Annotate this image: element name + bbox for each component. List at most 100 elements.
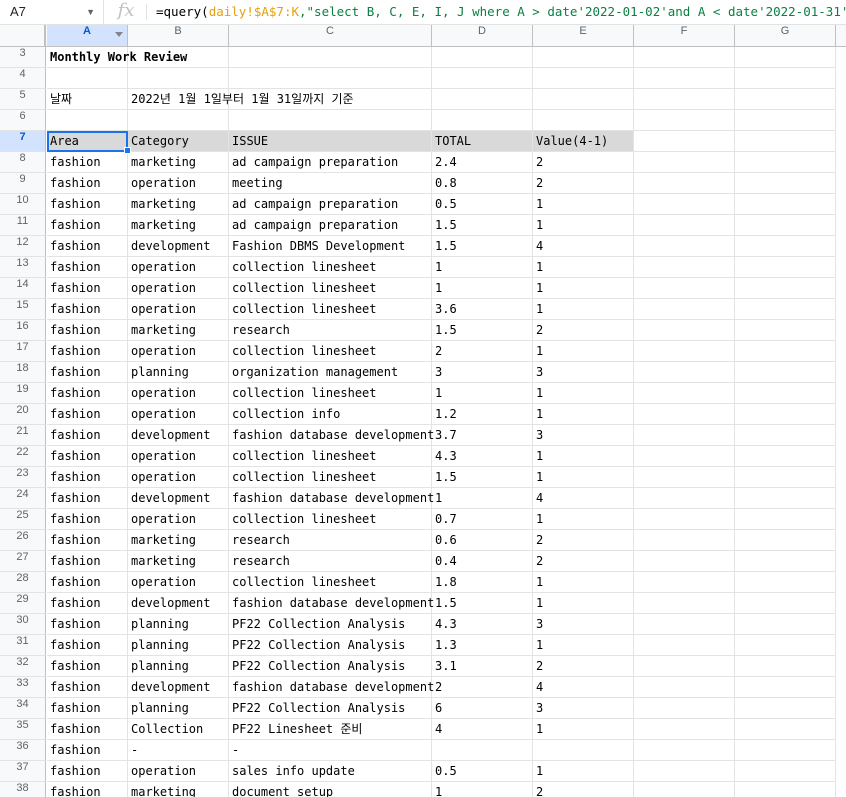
row-header[interactable]: 18 xyxy=(0,362,46,383)
column-menu-icon[interactable] xyxy=(115,32,123,37)
cell-g35[interactable] xyxy=(735,719,836,740)
row-header[interactable]: 38 xyxy=(0,782,46,797)
cell-c14[interactable]: collection linesheet xyxy=(229,278,432,299)
cell-b34[interactable]: planning xyxy=(128,698,229,719)
cell-e17[interactable]: 1 xyxy=(533,341,634,362)
cell-d36[interactable] xyxy=(432,740,533,761)
cell-b22[interactable]: operation xyxy=(128,446,229,467)
cell-e24[interactable]: 4 xyxy=(533,488,634,509)
cell-d18[interactable]: 3 xyxy=(432,362,533,383)
cell-g9[interactable] xyxy=(735,173,836,194)
cell-d13[interactable]: 1 xyxy=(432,257,533,278)
cell-a10[interactable]: fashion xyxy=(47,194,128,215)
cell-d25[interactable]: 0.7 xyxy=(432,509,533,530)
cell-g8[interactable] xyxy=(735,152,836,173)
column-header-a[interactable]: A xyxy=(47,25,128,46)
row-header[interactable]: 24 xyxy=(0,488,46,509)
cell-f15[interactable] xyxy=(634,299,735,320)
cell-e15[interactable]: 1 xyxy=(533,299,634,320)
cell-f36[interactable] xyxy=(634,740,735,761)
cell-a12[interactable]: fashion xyxy=(47,236,128,257)
cell-f27[interactable] xyxy=(634,551,735,572)
cell-b24[interactable]: development xyxy=(128,488,229,509)
cell-g22[interactable] xyxy=(735,446,836,467)
cell-c21[interactable]: fashion database development xyxy=(229,425,434,446)
cell-c36[interactable]: - xyxy=(229,740,432,761)
cell-d22[interactable]: 4.3 xyxy=(432,446,533,467)
cell-e7[interactable]: Value(4-1) xyxy=(533,131,634,152)
cell-c5[interactable] xyxy=(229,89,432,110)
cell-e14[interactable]: 1 xyxy=(533,278,634,299)
cell-f34[interactable] xyxy=(634,698,735,719)
cell-d24[interactable]: 1 xyxy=(432,488,533,509)
cell-f13[interactable] xyxy=(634,257,735,278)
fill-handle[interactable] xyxy=(124,147,131,154)
cell-a6[interactable] xyxy=(47,110,128,131)
cell-g19[interactable] xyxy=(735,383,836,404)
cell-c26[interactable]: research xyxy=(229,530,432,551)
cell-g15[interactable] xyxy=(735,299,836,320)
cell-g30[interactable] xyxy=(735,614,836,635)
cell-d16[interactable]: 1.5 xyxy=(432,320,533,341)
row-header[interactable]: 4 xyxy=(0,68,46,89)
cell-f32[interactable] xyxy=(634,656,735,677)
cell-f21[interactable] xyxy=(634,425,735,446)
cell-c4[interactable] xyxy=(229,68,432,89)
cell-b32[interactable]: planning xyxy=(128,656,229,677)
cell-c17[interactable]: collection linesheet xyxy=(229,341,432,362)
cell-g17[interactable] xyxy=(735,341,836,362)
cell-e33[interactable]: 4 xyxy=(533,677,634,698)
row-header[interactable]: 6 xyxy=(0,110,46,131)
cell-d32[interactable]: 3.1 xyxy=(432,656,533,677)
cell-b28[interactable]: operation xyxy=(128,572,229,593)
cell-b6[interactable] xyxy=(128,110,229,131)
cell-c11[interactable]: ad campaign preparation xyxy=(229,215,432,236)
cell-c24[interactable]: fashion database development xyxy=(229,488,434,509)
cell-f19[interactable] xyxy=(634,383,735,404)
cell-b11[interactable]: marketing xyxy=(128,215,229,236)
cell-c22[interactable]: collection linesheet xyxy=(229,446,432,467)
cell-a15[interactable]: fashion xyxy=(47,299,128,320)
row-header[interactable]: 27 xyxy=(0,551,46,572)
cell-g23[interactable] xyxy=(735,467,836,488)
cell-b33[interactable]: development xyxy=(128,677,229,698)
cell-g37[interactable] xyxy=(735,761,836,782)
cell-g38[interactable] xyxy=(735,782,836,797)
cell-d3[interactable] xyxy=(432,47,533,68)
cell-e8[interactable]: 2 xyxy=(533,152,634,173)
cell-a13[interactable]: fashion xyxy=(47,257,128,278)
cell-b7[interactable]: Category xyxy=(128,131,229,152)
cell-f3[interactable] xyxy=(634,47,735,68)
cell-e9[interactable]: 2 xyxy=(533,173,634,194)
chevron-down-icon[interactable]: ▼ xyxy=(86,0,95,24)
cell-g10[interactable] xyxy=(735,194,836,215)
cell-f5[interactable] xyxy=(634,89,735,110)
row-header[interactable]: 22 xyxy=(0,446,46,467)
cell-a16[interactable]: fashion xyxy=(47,320,128,341)
cell-d38[interactable]: 1 xyxy=(432,782,533,797)
cell-c12[interactable]: Fashion DBMS Development xyxy=(229,236,432,257)
cell-e21[interactable]: 3 xyxy=(533,425,634,446)
cell-e29[interactable]: 1 xyxy=(533,593,634,614)
cell-d19[interactable]: 1 xyxy=(432,383,533,404)
row-header[interactable]: 23 xyxy=(0,467,46,488)
cell-g26[interactable] xyxy=(735,530,836,551)
cell-c23[interactable]: collection linesheet xyxy=(229,467,432,488)
row-header[interactable]: 32 xyxy=(0,656,46,677)
cell-e38[interactable]: 2 xyxy=(533,782,634,797)
cell-d6[interactable] xyxy=(432,110,533,131)
cell-a23[interactable]: fashion xyxy=(47,467,128,488)
cell-d8[interactable]: 2.4 xyxy=(432,152,533,173)
cell-a9[interactable]: fashion xyxy=(47,173,128,194)
cell-c33[interactable]: fashion database development xyxy=(229,677,434,698)
cell-b27[interactable]: marketing xyxy=(128,551,229,572)
cell-a33[interactable]: fashion xyxy=(47,677,128,698)
row-header[interactable]: 29 xyxy=(0,593,46,614)
cell-a4[interactable] xyxy=(47,68,128,89)
row-header[interactable]: 35 xyxy=(0,719,46,740)
cell-f17[interactable] xyxy=(634,341,735,362)
cell-c6[interactable] xyxy=(229,110,432,131)
cell-c16[interactable]: research xyxy=(229,320,432,341)
row-header[interactable]: 16 xyxy=(0,320,46,341)
cell-b12[interactable]: development xyxy=(128,236,229,257)
